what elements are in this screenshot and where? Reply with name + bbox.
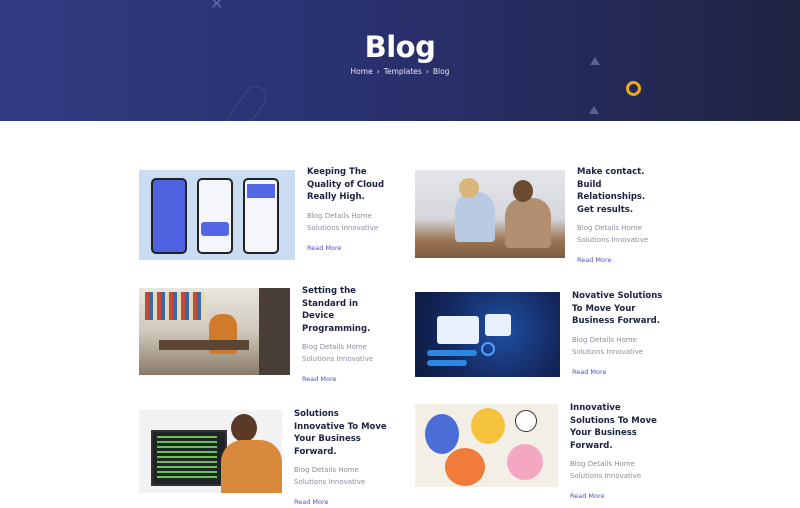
cross-decoration-icon: ✕ <box>210 0 224 13</box>
post-image[interactable] <box>415 170 565 258</box>
read-more-link[interactable]: Read More <box>302 375 337 383</box>
breadcrumb: Home › Templates › Blog <box>0 67 800 76</box>
post-title[interactable]: Setting the Standard in Device Programmi… <box>302 285 382 335</box>
read-more-link[interactable]: Read More <box>294 498 329 506</box>
ring-decoration-icon <box>626 81 641 96</box>
breadcrumb-templates[interactable]: Templates <box>384 67 422 76</box>
chevron-right-icon: › <box>376 67 380 76</box>
post-excerpt: Blog Details Home Solutions Innovative <box>294 466 366 487</box>
post-image[interactable] <box>415 404 558 487</box>
read-more-link[interactable]: Read More <box>570 492 605 500</box>
triangle-decoration-icon <box>589 106 599 114</box>
post-title[interactable]: Keeping The Quality of Cloud Really High… <box>307 166 402 204</box>
post-title[interactable]: Innovative Solutions To Move Your Busine… <box>570 402 665 452</box>
stripe-decoration <box>201 81 271 121</box>
chevron-right-icon: › <box>425 67 429 76</box>
page-hero: ✕ Blog Home › Templates › Blog <box>0 0 800 121</box>
read-more-link[interactable]: Read More <box>572 368 607 376</box>
post-excerpt: Blog Details Home Solutions Innovative <box>572 335 644 356</box>
post-excerpt: Blog Details Home Solutions Innovative <box>307 211 379 232</box>
triangle-decoration-icon <box>590 57 600 65</box>
post-image[interactable] <box>139 410 282 493</box>
breadcrumb-current: Blog <box>432 67 450 76</box>
post-title[interactable]: Novative Solutions To Move Your Business… <box>572 290 667 328</box>
read-more-link[interactable]: Read More <box>577 256 612 264</box>
post-title[interactable]: Solutions Innovative To Move Your Busine… <box>294 408 389 458</box>
post-image[interactable] <box>139 170 295 260</box>
post-image[interactable] <box>139 288 290 375</box>
read-more-link[interactable]: Read More <box>307 244 342 252</box>
post-excerpt: Blog Details Home Solutions Innovative <box>302 343 374 364</box>
post-excerpt: Blog Details Home Solutions Innovative <box>570 460 642 481</box>
breadcrumb-home[interactable]: Home <box>351 67 373 76</box>
post-image[interactable] <box>415 292 560 377</box>
post-title[interactable]: Make contact. Build Relationships. Get r… <box>577 166 662 216</box>
page-title: Blog <box>364 30 436 64</box>
post-excerpt: Blog Details Home Solutions Innovative <box>577 224 649 245</box>
